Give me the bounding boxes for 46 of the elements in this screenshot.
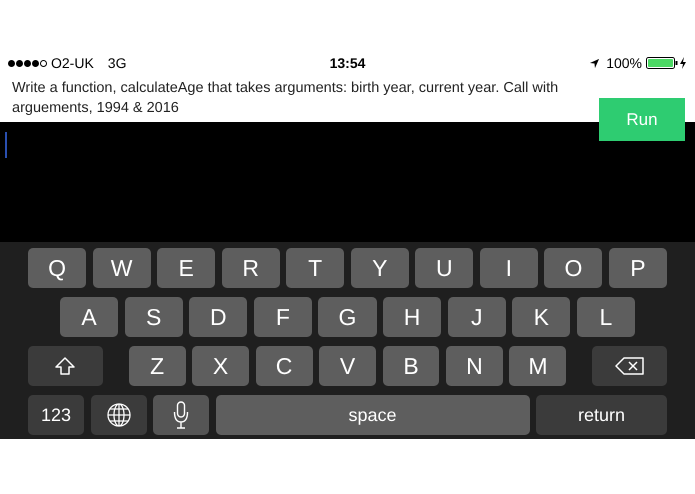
letter-key[interactable]: Z bbox=[128, 346, 186, 386]
return-key[interactable]: return bbox=[536, 395, 667, 435]
letter-key[interactable]: N bbox=[446, 346, 503, 386]
letter-key[interactable]: L bbox=[576, 297, 635, 337]
globe-icon bbox=[106, 402, 132, 428]
letter-key[interactable]: E bbox=[157, 248, 216, 288]
letter-key[interactable]: A bbox=[60, 297, 118, 337]
letter-key[interactable]: O bbox=[544, 248, 602, 288]
letter-key[interactable]: D bbox=[189, 297, 248, 337]
letter-key[interactable]: R bbox=[222, 248, 280, 288]
carrier-name: O2-UK bbox=[51, 55, 94, 71]
text-cursor bbox=[5, 132, 7, 158]
battery-percent: 100% bbox=[606, 55, 642, 71]
letter-key[interactable]: F bbox=[254, 297, 312, 337]
microphone-icon bbox=[173, 401, 189, 429]
clock-time: 13:54 bbox=[328, 55, 366, 71]
letter-key[interactable]: J bbox=[448, 297, 506, 337]
letter-key[interactable]: U bbox=[415, 248, 474, 288]
letter-key[interactable]: C bbox=[256, 346, 313, 386]
signal-icon bbox=[8, 60, 47, 66]
letter-key[interactable]: M bbox=[509, 346, 566, 386]
numbers-key[interactable]: 123 bbox=[28, 395, 84, 435]
letter-key[interactable]: W bbox=[92, 248, 151, 288]
battery-charging-icon bbox=[646, 56, 688, 70]
letter-key[interactable]: X bbox=[192, 346, 250, 386]
backspace-icon bbox=[614, 356, 645, 376]
delete-key[interactable] bbox=[592, 346, 668, 386]
letter-key[interactable]: Y bbox=[350, 248, 409, 288]
letter-key[interactable]: T bbox=[286, 248, 344, 288]
shift-arrow-icon bbox=[54, 356, 76, 376]
location-arrow-icon bbox=[589, 58, 600, 68]
microphone-key[interactable] bbox=[153, 395, 209, 435]
task-prompt: Write a function, calculateAge that takes arguments: birth year, current year. Call with arguements, 1994 & 2016 bbox=[12, 79, 560, 118]
letter-key[interactable]: Q bbox=[28, 248, 86, 288]
letter-key[interactable]: K bbox=[512, 297, 570, 337]
letter-key[interactable]: P bbox=[608, 248, 667, 288]
globe-key[interactable] bbox=[90, 395, 146, 435]
letter-key[interactable]: G bbox=[318, 297, 377, 337]
letter-key[interactable]: B bbox=[382, 346, 440, 386]
shift-key[interactable] bbox=[28, 346, 103, 386]
space-key[interactable]: space bbox=[216, 395, 530, 435]
letter-key[interactable]: I bbox=[480, 248, 538, 288]
letter-key[interactable]: H bbox=[383, 297, 442, 337]
letter-key[interactable]: V bbox=[319, 346, 376, 386]
network-type: 3G bbox=[108, 55, 126, 71]
letter-key[interactable]: S bbox=[124, 297, 183, 337]
